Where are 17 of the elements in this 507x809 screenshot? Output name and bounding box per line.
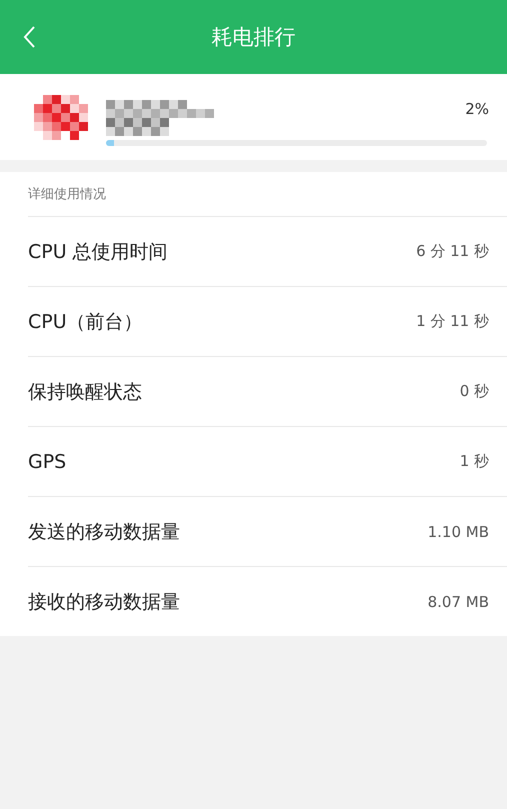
usage-percent: 2% — [465, 100, 489, 118]
stat-label: CPU 总使用时间 — [28, 240, 168, 264]
stat-value: 0 秒 — [460, 382, 489, 401]
stat-value: 1 分 11 秒 — [416, 312, 489, 331]
stat-label: GPS — [28, 450, 66, 472]
stat-label: 发送的移动数据量 — [28, 520, 180, 544]
stat-label: 保持唤醒状态 — [28, 380, 142, 404]
page-title: 耗电排行 — [212, 24, 296, 51]
stat-label: 接收的移动数据量 — [28, 590, 180, 614]
back-icon — [22, 25, 36, 49]
stat-value: 1.10 MB — [428, 522, 489, 540]
stat-value: 8.07 MB — [428, 592, 489, 610]
stat-value: 6 分 11 秒 — [416, 242, 489, 261]
section-title: 详细使用情况 — [28, 172, 507, 217]
stat-label: CPU（前台） — [28, 310, 143, 334]
back-button[interactable] — [22, 25, 36, 49]
stat-value: 1 秒 — [460, 452, 489, 471]
